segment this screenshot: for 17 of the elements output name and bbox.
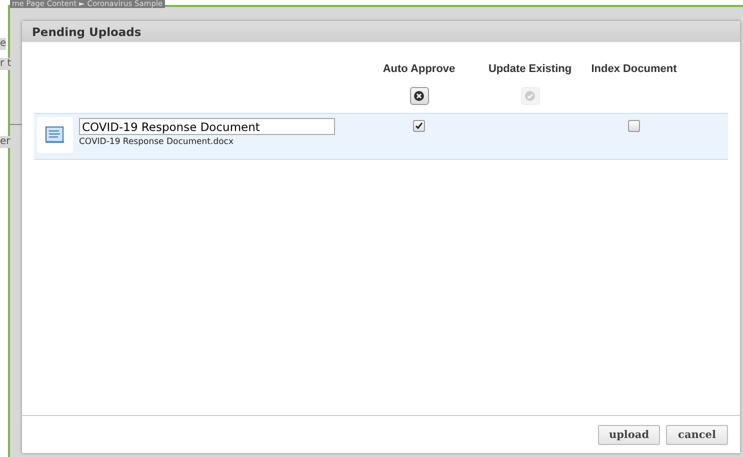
column-header: Index Document — [591, 63, 677, 75]
dialog-button[interactable]: upload — [598, 424, 660, 444]
checkbox[interactable] — [628, 120, 640, 132]
title-field[interactable]: COVID-19 Response Document — [79, 118, 335, 135]
page-text: r t — [0, 58, 12, 70]
column-header: Auto Approve — [382, 63, 456, 75]
check-icon — [525, 91, 535, 101]
file-name: COVID-19 Response Document.docx — [79, 137, 234, 147]
page-text: er — [0, 136, 10, 148]
document-icon — [45, 126, 65, 144]
dialog-title: Pending Uploads — [22, 21, 740, 42]
clear-icon — [414, 91, 424, 101]
column-header: Update Existing — [488, 63, 572, 75]
checkbox[interactable] — [413, 120, 425, 132]
clear-all-button[interactable] — [410, 87, 428, 105]
dialog-button[interactable]: cancel — [666, 424, 728, 444]
page-text: e — [0, 38, 6, 50]
